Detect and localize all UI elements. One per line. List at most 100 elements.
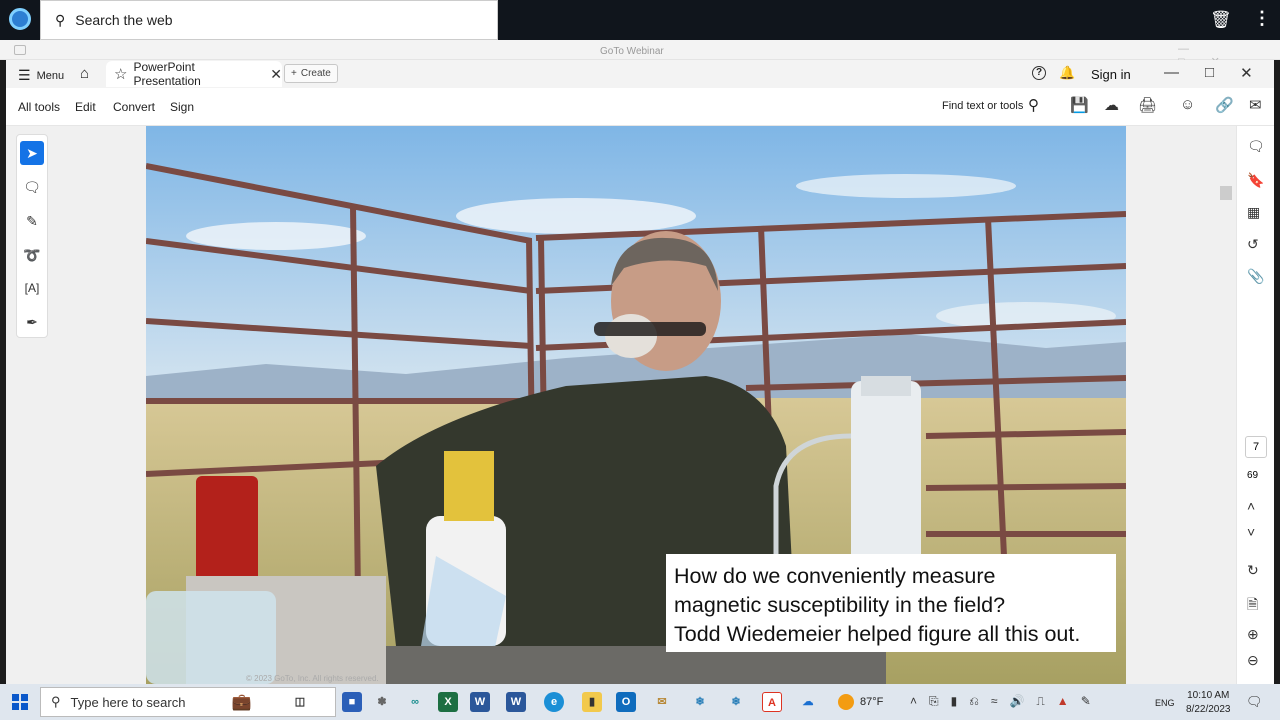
system-tray: ˄ ⎘ ▮ ⎌ ≈ 🔊 ⎍ ▲ ✎	[910, 694, 1091, 709]
phone-link-icon[interactable]: ⎘	[929, 694, 939, 709]
total-pages: 69	[1247, 470, 1259, 481]
link-icon[interactable]: 🔗	[1215, 96, 1234, 114]
find-text-or-tools[interactable]: Find text or tools	[942, 100, 1023, 112]
all-tools-button[interactable]: All tools	[18, 100, 60, 114]
window-controls: — □ ✕	[1164, 64, 1253, 82]
convert-button[interactable]: Convert	[113, 100, 155, 114]
create-button[interactable]: + Create	[284, 64, 338, 83]
mail-icon[interactable]: ✉	[652, 692, 672, 712]
home-icon[interactable]: ⌂	[80, 65, 89, 82]
scrollbar-thumb[interactable]	[1220, 186, 1232, 200]
menu-label: Menu	[36, 69, 65, 82]
temperature: 87°F	[860, 696, 884, 708]
maximize-icon[interactable]: □	[1205, 64, 1214, 82]
web-search-box[interactable]: ⚲ Search the web	[40, 0, 498, 40]
arduino-icon[interactable]: ∞	[405, 692, 425, 712]
volume-icon[interactable]: 🔊	[1009, 694, 1024, 709]
email-icon[interactable]: ✉	[1249, 96, 1262, 114]
window-icon	[14, 45, 26, 55]
word-icon[interactable]: W	[470, 692, 490, 712]
edge-icon[interactable]: e	[544, 692, 564, 712]
paint-icon[interactable]: ✽	[372, 692, 392, 712]
share-user-icon[interactable]: ☺	[1180, 96, 1195, 113]
sign-pen-icon[interactable]: ✒	[20, 310, 44, 334]
wifi-icon[interactable]: ≈	[991, 694, 998, 709]
create-label: Create	[300, 68, 331, 79]
taskbar-clock[interactable]: 10:10 AM 8/22/2023	[1186, 689, 1231, 717]
taskbar-search-placeholder: Type here to search	[70, 694, 186, 710]
rotate-icon[interactable]: ↻	[1247, 562, 1259, 579]
power-icon[interactable]: ⎍	[1036, 694, 1044, 709]
tab-powerpoint-presentation[interactable]: ☆ PowerPoint Presentation ✕	[106, 60, 282, 88]
notification-bell-icon[interactable]: 🔔	[1059, 65, 1075, 81]
tray-chevron-icon[interactable]: ˄	[910, 694, 917, 709]
page-down-chevron-icon[interactable]: ˅	[1247, 524, 1255, 540]
battery-icon[interactable]: ▮	[951, 694, 958, 709]
zoom-in-icon[interactable]: ⊕	[1247, 626, 1259, 643]
app-tray-icon[interactable]: ▲	[1057, 694, 1069, 709]
weather-app-icon[interactable]: ☁	[798, 692, 818, 712]
add-comment-icon[interactable]: 🗨	[20, 175, 44, 199]
print-icon[interactable]: 🖨	[1138, 96, 1157, 114]
current-page-input[interactable]: 7	[1245, 436, 1267, 458]
menu-button[interactable]: ☰ Menu	[18, 67, 64, 84]
language-indicator[interactable]: ENG	[1155, 698, 1175, 708]
notification-center-icon[interactable]: 🗨	[1246, 694, 1263, 710]
right-tool-rail: 🗨 🔖 ▦ ↺ 📎 7 69 ˄ ˅ ↻ 🗎 ⊕ ⊖	[1236, 126, 1274, 684]
caption-line-1: How do we conveniently measure	[674, 564, 996, 588]
goto-window-title: GoTo Webinar	[600, 46, 664, 57]
find-search-icon[interactable]: ⚲	[1028, 96, 1039, 114]
bookmark-icon[interactable]: 🔖	[1247, 172, 1264, 189]
hamburger-icon: ☰	[18, 67, 31, 83]
sign-button[interactable]: Sign	[170, 100, 194, 114]
lasso-draw-icon[interactable]: ➰	[20, 243, 44, 267]
upload-cloud-icon[interactable]: ☁	[1104, 96, 1119, 114]
goto-copyright: © 2023 GoTo, Inc. All rights reserved.	[246, 674, 379, 683]
slide-caption: How do we conveniently measure magnetic …	[666, 554, 1116, 652]
weather-widget[interactable]: 87°F	[838, 694, 883, 710]
plus-icon: +	[291, 68, 297, 79]
briefcase-icon: 💼	[231, 694, 252, 711]
task-view-icon[interactable]: ◫	[290, 692, 310, 712]
sign-in-button[interactable]: Sign in	[1091, 67, 1131, 82]
star-icon[interactable]: ☆	[114, 65, 127, 83]
main-toolbar: All tools Edit Convert Sign Find text or…	[6, 88, 1274, 126]
store-icon[interactable]: ■	[342, 692, 362, 712]
select-cursor-icon[interactable]: ➤	[20, 141, 44, 165]
close-tab-icon[interactable]: ✕	[270, 66, 282, 83]
left-tool-rail: ➤ 🗨 ✎ ➰ [A] ✒	[16, 134, 48, 338]
trash-icon[interactable]: 🗑	[1210, 10, 1232, 30]
windows-start-icon[interactable]	[12, 694, 28, 710]
pen-icon[interactable]: ✎	[1081, 694, 1091, 709]
export-page-icon[interactable]: 🗎	[1247, 594, 1258, 618]
page-up-chevron-icon[interactable]: ˄	[1247, 498, 1255, 514]
word-icon-2[interactable]: W	[506, 692, 526, 712]
excel-icon[interactable]: X	[438, 692, 458, 712]
sun-icon	[838, 694, 854, 710]
more-options-icon[interactable]: ⋮	[1253, 8, 1271, 29]
help-icon[interactable]: ?	[1032, 66, 1046, 80]
text-select-icon[interactable]: [A]	[20, 276, 44, 300]
windows-taskbar: ⚲ Type here to search 💼 ◫ ■ ✽ ∞ X W W e …	[0, 684, 1280, 720]
outlook-icon[interactable]: O	[616, 692, 636, 712]
comment-icon[interactable]: 🗨	[1247, 138, 1265, 155]
file-explorer-icon[interactable]: ▮	[582, 692, 602, 712]
save-icon[interactable]: 💾	[1070, 96, 1089, 114]
snowflake-app-icon-2[interactable]: ❄	[726, 692, 746, 712]
usb-icon[interactable]: ⎌	[969, 694, 979, 709]
edit-button[interactable]: Edit	[75, 100, 96, 114]
caption-line-2: magnetic susceptibility in the field?	[674, 593, 1006, 617]
acrobat-window: ☰ Menu ⌂ ☆ PowerPoint Presentation ✕ + C…	[6, 60, 1274, 684]
thumbnails-grid-icon[interactable]: ▦	[1247, 204, 1260, 221]
snowflake-app-icon[interactable]: ❄	[690, 692, 710, 712]
minimize-icon[interactable]: —	[1164, 64, 1179, 82]
clock-time: 10:10 AM	[1187, 690, 1230, 701]
close-window-icon[interactable]: ✕	[1240, 64, 1253, 82]
compare-icon[interactable]: ↺	[1247, 236, 1259, 253]
acrobat-taskbar-icon[interactable]: A	[762, 692, 782, 712]
document-page: How do we conveniently measure magnetic …	[146, 126, 1126, 684]
zoom-out-icon[interactable]: ⊖	[1247, 652, 1259, 669]
highlight-pen-icon[interactable]: ✎	[20, 209, 44, 233]
attachment-icon[interactable]: 📎	[1247, 268, 1264, 285]
browser-logo-icon[interactable]	[9, 8, 31, 30]
